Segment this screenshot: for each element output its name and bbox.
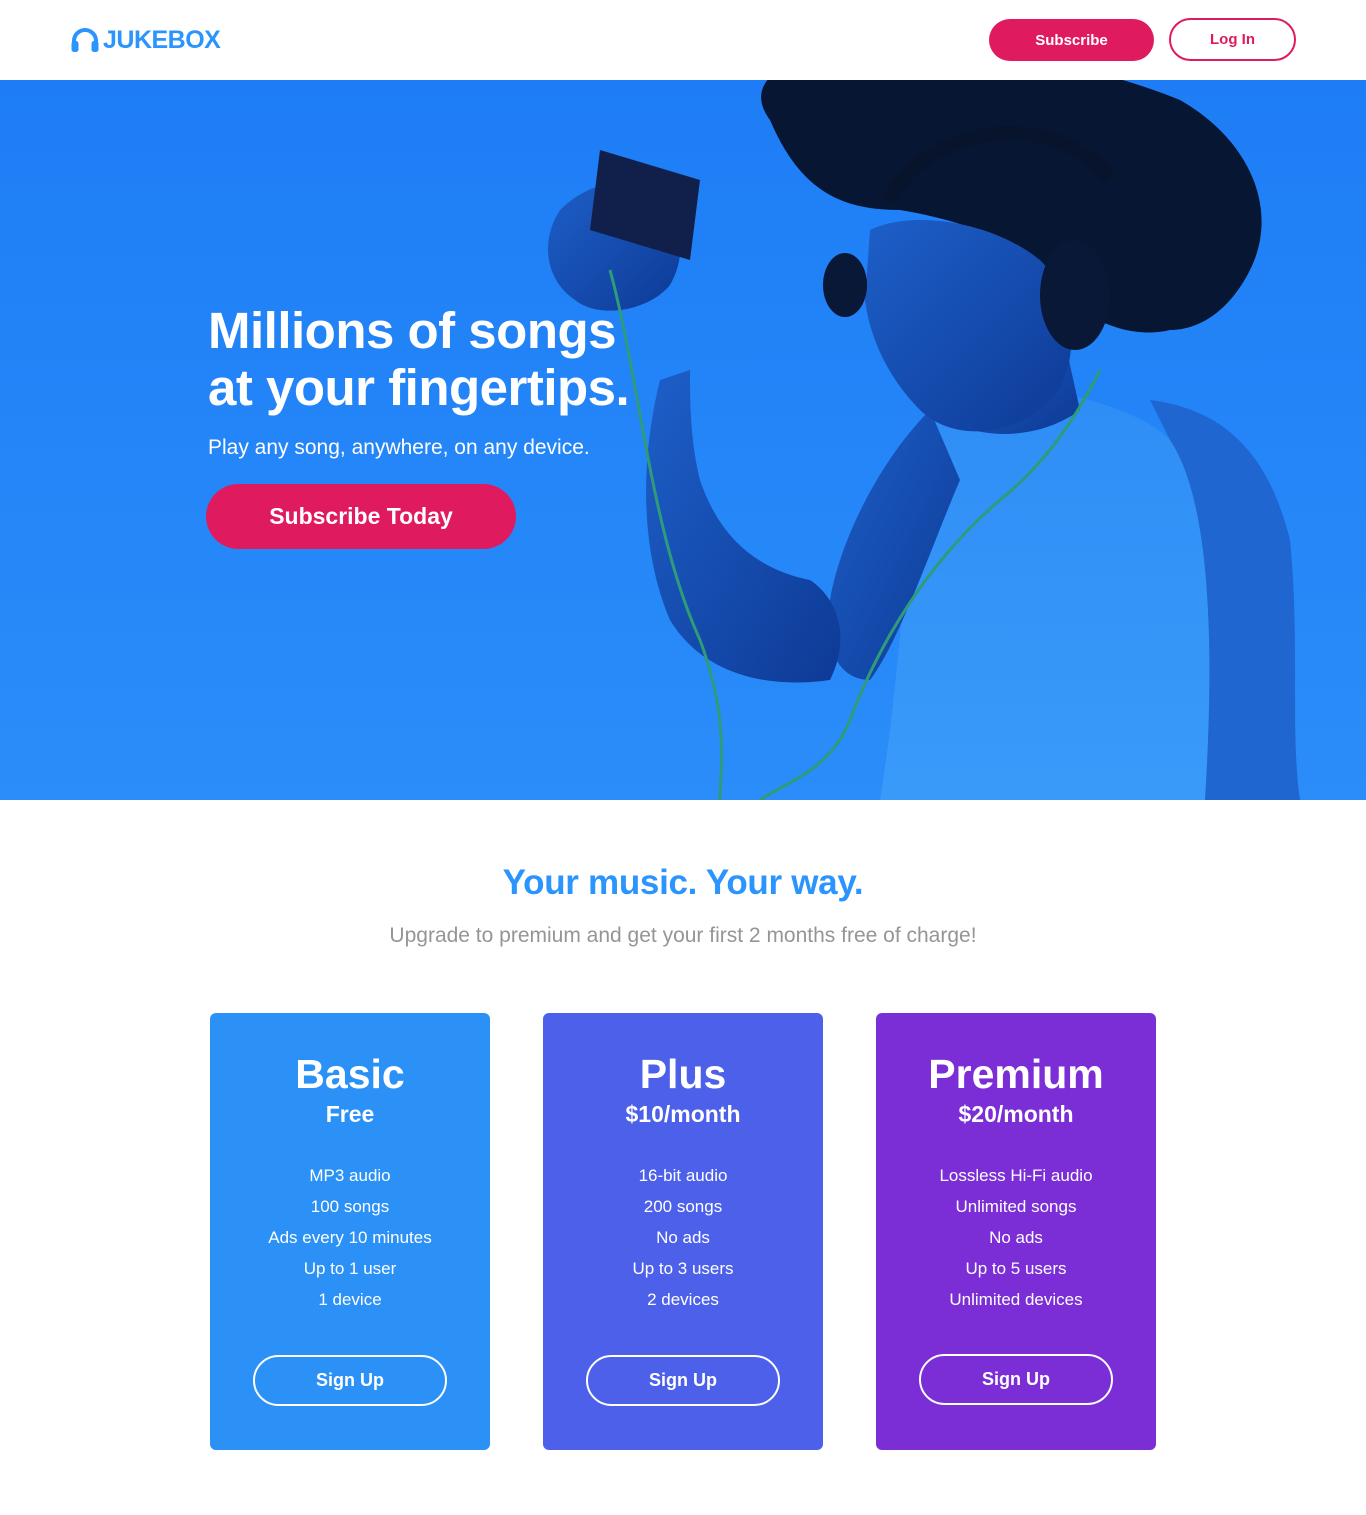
sign-up-premium-button[interactable]: Sign Up xyxy=(919,1354,1113,1405)
hero-title-line-1: Millions of songs xyxy=(208,302,617,359)
plan-feature: Lossless Hi-Fi audio xyxy=(939,1166,1093,1185)
hero-title-line-2: at your fingertips. xyxy=(208,359,630,416)
plan-feature: Up to 1 user xyxy=(303,1259,397,1278)
plan-card-basic: Basic Free MP3 audio 100 songs Ads every… xyxy=(210,1013,490,1450)
plan-feature: 2 devices xyxy=(647,1290,719,1309)
subscribe-button[interactable]: Subscribe xyxy=(989,19,1154,61)
plan-name: Plus xyxy=(639,1051,727,1097)
subscribe-today-button[interactable]: Subscribe Today xyxy=(206,484,516,549)
plans-title: Your music. Your way. xyxy=(502,863,864,902)
plan-price: $20/month xyxy=(958,1101,1074,1127)
plan-features: MP3 audio 100 songs Ads every 10 minutes… xyxy=(210,1160,490,1315)
site-header: JUKEBOX Subscribe Log In xyxy=(0,0,1366,80)
plan-card-plus: Plus $10/month 16-bit audio 200 songs No… xyxy=(543,1013,823,1450)
plan-feature: Up to 3 users xyxy=(632,1259,734,1278)
plan-feature: Up to 5 users xyxy=(965,1259,1067,1278)
plan-feature: MP3 audio xyxy=(309,1166,391,1185)
sign-up-plus-button[interactable]: Sign Up xyxy=(586,1355,780,1406)
plan-price: $10/month xyxy=(625,1101,741,1127)
plan-price: Free xyxy=(325,1101,375,1127)
plan-feature: 100 songs xyxy=(310,1197,390,1216)
plan-features: Lossless Hi-Fi audio Unlimited songs No … xyxy=(876,1160,1156,1315)
plan-feature: Ads every 10 minutes xyxy=(268,1228,432,1247)
logo-link[interactable]: JUKEBOX xyxy=(70,26,221,54)
sign-up-basic-button[interactable]: Sign Up xyxy=(253,1355,447,1406)
plan-name: Premium xyxy=(928,1051,1104,1097)
headphones-icon xyxy=(71,28,99,52)
plan-feature: No ads xyxy=(656,1228,710,1247)
plan-feature: No ads xyxy=(989,1228,1043,1247)
login-button[interactable]: Log In xyxy=(1169,18,1296,61)
plan-feature: Unlimited songs xyxy=(955,1197,1077,1216)
plan-feature: 200 songs xyxy=(643,1197,723,1216)
plan-feature: Unlimited devices xyxy=(949,1290,1083,1309)
hero-title: Millions of songs at your fingertips. xyxy=(208,302,768,416)
plan-features: 16-bit audio 200 songs No ads Up to 3 us… xyxy=(543,1160,823,1315)
hero-section: Millions of songs at your fingertips. Pl… xyxy=(0,80,1366,800)
plan-name: Basic xyxy=(295,1051,405,1097)
logo-text: JUKEBOX xyxy=(103,26,221,54)
plan-card-premium: Premium $20/month Lossless Hi-Fi audio U… xyxy=(876,1013,1156,1450)
plan-feature: 16-bit audio xyxy=(638,1166,728,1185)
hero-photo xyxy=(548,80,1300,800)
plans-subtitle: Upgrade to premium and get your first 2 … xyxy=(389,924,977,947)
plan-feature: 1 device xyxy=(318,1290,382,1309)
hero-subtitle: Play any song, anywhere, on any device. xyxy=(208,436,590,459)
